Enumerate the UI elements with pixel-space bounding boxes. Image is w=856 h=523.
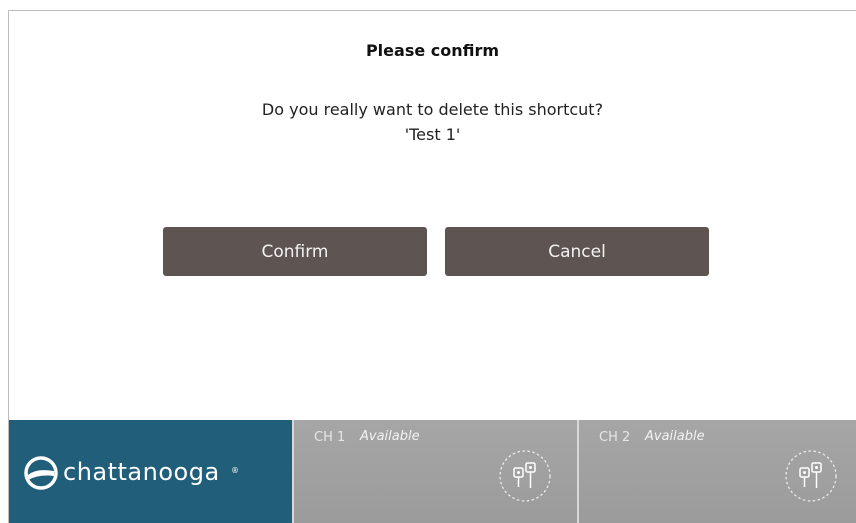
brand-panel: chattanooga ® (9, 420, 292, 523)
channel-2-label: CH 2 (599, 430, 631, 445)
brand-name: chattanooga (63, 458, 220, 486)
footer-bar: chattanooga ® CH 1 Available CH 2 Availa… (9, 420, 856, 523)
dialog-message-shortcut-name: 'Test 1' (404, 125, 461, 144)
electrode-icon (499, 450, 551, 502)
channel-2-panel[interactable]: CH 2 Available (577, 420, 856, 523)
channel-1-panel[interactable]: CH 1 Available (292, 420, 577, 523)
dialog-title: Please confirm (365, 41, 500, 60)
channel-2-status: Available (645, 429, 705, 444)
confirm-button[interactable]: Confirm (163, 227, 427, 276)
channel-1-label: CH 1 (314, 430, 346, 445)
channel-1-status: Available (360, 429, 420, 444)
chattanooga-logo-icon (24, 456, 58, 490)
dialog-message-question: Do you really want to delete this shortc… (261, 100, 604, 119)
dialog-message: Do you really want to delete this shortc… (9, 97, 856, 147)
registered-mark: ® (231, 466, 239, 475)
cancel-button[interactable]: Cancel (445, 227, 709, 276)
electrode-icon (785, 450, 837, 502)
app-screen: Please confirm Do you really want to del… (8, 10, 856, 523)
